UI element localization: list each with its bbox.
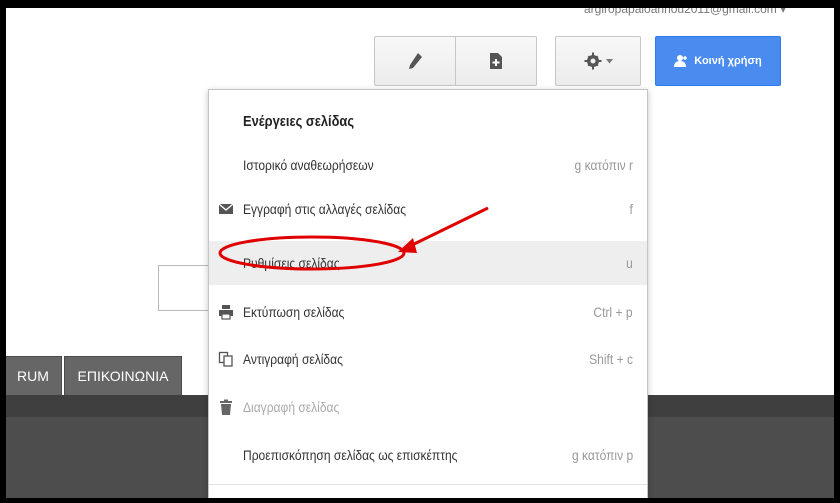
menu-item-label: Αντιγραφή σελίδας bbox=[243, 351, 343, 367]
chevron-down-icon bbox=[605, 58, 613, 63]
menu-item-label: Προεπισκόπηση σελίδας ως επισκέπτης bbox=[243, 447, 458, 463]
menu-divider bbox=[209, 484, 647, 485]
share-button-label: Κοινή χρήση bbox=[694, 55, 762, 67]
account-email[interactable]: argiropapaioannou2011@gmail.com ▾ bbox=[584, 8, 786, 16]
menu-item-shortcut: Ctrl + p bbox=[593, 304, 633, 320]
menu-item-shortcut: f bbox=[629, 201, 633, 217]
menu-item-shortcut: g κατόπιν r bbox=[574, 157, 633, 173]
copy-icon bbox=[218, 351, 233, 367]
menu-item-label: Εγγραφή στις αλλαγές σελίδας bbox=[243, 201, 407, 217]
new-page-button[interactable] bbox=[455, 37, 536, 85]
nav-tab-label: ΕΠΙΚΟΙΝΩΝΙΑ bbox=[77, 368, 169, 384]
menu-item-label: Ρυθμίσεις σελίδας bbox=[243, 255, 340, 271]
pencil-icon bbox=[409, 53, 422, 69]
menu-item-shortcut: g κατόπιν p bbox=[571, 447, 633, 463]
menu-item-revision-history[interactable]: Ιστορικό αναθεωρήσεων g κατόπιν r bbox=[209, 143, 647, 187]
nav-tab-label: RUM bbox=[17, 368, 49, 384]
menu-item-subscribe[interactable]: Εγγραφή στις αλλαγές σελίδας f bbox=[209, 187, 647, 231]
new-page-icon bbox=[490, 53, 502, 69]
menu-item-label: Διαγραφή σελίδας bbox=[243, 399, 340, 415]
gear-icon bbox=[584, 52, 601, 70]
menu-heading: Ενέργειες σελίδας bbox=[209, 99, 647, 143]
menu-heading-label: Ενέργειες σελίδας bbox=[243, 112, 355, 130]
menu-item-delete: Διαγραφή σελίδας bbox=[209, 385, 647, 429]
printer-icon bbox=[219, 305, 233, 320]
nav-tab-contact[interactable]: ΕΠΙΚΟΙΝΩΝΙΑ bbox=[64, 356, 182, 396]
edit-toolbar-group bbox=[374, 36, 537, 86]
page-frame: argiropapaioannou2011@gmail.com ▾ Κοινή … bbox=[6, 8, 834, 498]
menu-item-label: Ιστορικό αναθεωρήσεων bbox=[243, 157, 374, 173]
menu-item-label: Εκτύπωση σελίδας bbox=[243, 304, 345, 320]
person-add-icon bbox=[674, 55, 688, 67]
menu-item-print[interactable]: Εκτύπωση σελίδας Ctrl + p bbox=[209, 290, 647, 334]
share-button[interactable]: Κοινή χρήση bbox=[655, 36, 781, 86]
menu-item-page-settings[interactable]: Ρυθμίσεις σελίδας u bbox=[209, 241, 647, 285]
trash-icon bbox=[220, 399, 232, 415]
menu-item-shortcut: Shift + c bbox=[589, 351, 633, 367]
menu-item-preview-as-viewer[interactable]: Προεπισκόπηση σελίδας ως επισκέπτης g κα… bbox=[209, 433, 647, 477]
edit-page-button[interactable] bbox=[375, 37, 455, 85]
more-actions-button[interactable] bbox=[555, 36, 641, 86]
mail-icon bbox=[218, 203, 234, 214]
menu-item-shortcut: u bbox=[626, 255, 633, 271]
page-actions-menu: Ενέργειες σελίδας Ιστορικό αναθεωρήσεων … bbox=[208, 89, 648, 498]
nav-tab-forum[interactable]: RUM bbox=[6, 356, 62, 396]
menu-item-copy[interactable]: Αντιγραφή σελίδας Shift + c bbox=[209, 337, 647, 381]
